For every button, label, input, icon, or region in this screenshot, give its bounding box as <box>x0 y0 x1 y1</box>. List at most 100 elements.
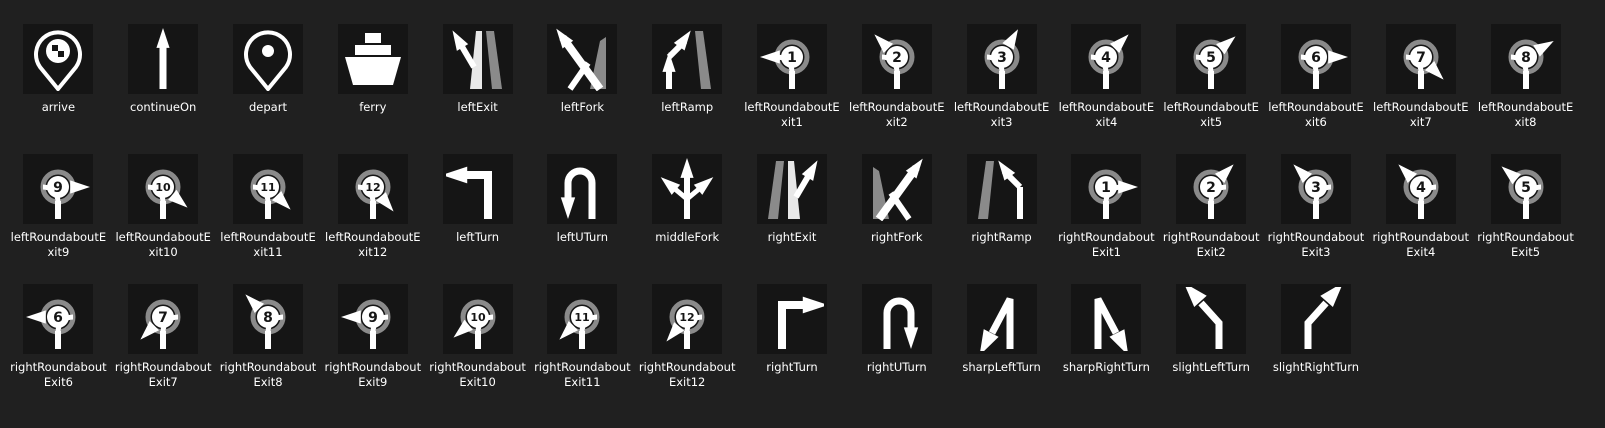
icon-label: rightRoundaboutExit8 <box>219 360 317 389</box>
icon-tile[interactable]: ferry <box>320 20 425 150</box>
ferry-icon <box>344 33 401 85</box>
left-fork-icon <box>556 28 607 91</box>
icon-tile[interactable]: leftFork <box>530 20 635 150</box>
icon-label: rightRoundaboutExit5 <box>1477 230 1574 259</box>
right-roundabout-exit6-icon: 6 <box>23 284 94 354</box>
icon-tile[interactable]: 6 rightRoundaboutExit6 <box>6 280 111 410</box>
right-u-turn-icon <box>861 284 932 354</box>
right-roundabout-exit1-icon: 1 <box>1071 154 1142 224</box>
icon-tile[interactable]: 11 leftRoundaboutExit11 <box>216 150 321 280</box>
icon-tile[interactable]: 4 leftRoundaboutExit4 <box>1054 20 1159 150</box>
svg-text:9: 9 <box>368 310 378 326</box>
icon-tile[interactable]: leftExit <box>425 20 530 150</box>
icon-tile[interactable]: 8 leftRoundaboutExit8 <box>1473 20 1578 150</box>
left-ramp-icon <box>652 24 723 94</box>
slight-right-turn-icon <box>1304 287 1342 349</box>
left-roundabout-exit2-icon: 2 <box>874 34 915 89</box>
depart-icon <box>244 30 292 91</box>
svg-text:7: 7 <box>1416 50 1426 66</box>
icon-label: leftRoundaboutExit7 <box>1373 100 1469 129</box>
icon-label: rightRoundaboutExit7 <box>114 360 212 389</box>
icon-tile[interactable]: leftRamp <box>635 20 740 150</box>
continue-on-icon <box>128 24 199 94</box>
left-roundabout-exit12-icon: 12 <box>355 169 394 219</box>
icon-label: leftRoundaboutExit3 <box>953 100 1050 129</box>
icon-tile[interactable]: arrive <box>6 20 111 150</box>
icon-tile[interactable]: rightRamp <box>949 150 1054 280</box>
icon-tile[interactable]: 10 leftRoundaboutExit10 <box>111 150 216 280</box>
icon-tile[interactable]: middleFork <box>635 150 740 280</box>
icon-tile[interactable]: rightUTurn <box>844 280 949 410</box>
icon-tile[interactable]: rightExit <box>740 150 845 280</box>
icon-tile[interactable]: 7 rightRoundaboutExit7 <box>111 280 216 410</box>
icon-tile[interactable]: 12 rightRoundaboutExit12 <box>635 280 740 410</box>
svg-text:12: 12 <box>680 311 695 324</box>
icon-label: leftRoundaboutExit10 <box>115 230 211 259</box>
icon-tile[interactable]: depart <box>216 20 321 150</box>
icon-label: rightRoundaboutExit6 <box>10 360 107 389</box>
svg-text:2: 2 <box>892 50 902 66</box>
svg-text:5: 5 <box>1206 50 1216 66</box>
left-exit-icon <box>452 30 502 89</box>
right-roundabout-exit10-icon: 10 <box>442 284 513 354</box>
right-roundabout-exit1-icon: 1 <box>1088 169 1139 219</box>
icon-tile[interactable]: 10 rightRoundaboutExit10 <box>425 280 530 410</box>
right-roundabout-exit7-icon: 7 <box>140 299 181 349</box>
left-roundabout-exit5-icon: 5 <box>1176 24 1247 94</box>
icon-tile[interactable]: 5 leftRoundaboutExit5 <box>1159 20 1264 150</box>
middle-fork-icon <box>660 158 714 219</box>
icon-tile[interactable]: rightTurn <box>740 280 845 410</box>
icon-tile[interactable]: 1 rightRoundaboutExit1 <box>1054 150 1159 280</box>
svg-text:12: 12 <box>365 181 380 194</box>
right-roundabout-exit4-icon: 4 <box>1398 164 1439 219</box>
icon-label: rightRoundaboutExit10 <box>429 360 526 389</box>
icon-tile[interactable]: 12 leftRoundaboutExit12 <box>320 150 425 280</box>
middle-fork-icon <box>652 154 723 224</box>
icon-label: leftRoundaboutExit9 <box>10 230 107 259</box>
right-roundabout-exit9-icon: 9 <box>340 299 391 349</box>
left-roundabout-exit1-icon: 1 <box>759 39 810 89</box>
icon-tile[interactable]: 6 leftRoundaboutExit6 <box>1264 20 1369 150</box>
icon-tile[interactable]: continueOn <box>111 20 216 150</box>
icon-label: slightLeftTurn <box>1172 360 1250 374</box>
icon-tile[interactable]: slightLeftTurn <box>1159 280 1264 410</box>
icon-label: leftRoundaboutExit8 <box>1477 100 1574 129</box>
icon-tile[interactable]: 8 rightRoundaboutExit8 <box>216 280 321 410</box>
icon-tile[interactable]: sharpRightTurn <box>1054 280 1159 410</box>
right-roundabout-exit9-icon: 9 <box>337 284 408 354</box>
icon-tile[interactable]: 11 rightRoundaboutExit11 <box>530 280 635 410</box>
icon-tile[interactable]: leftTurn <box>425 150 530 280</box>
icon-tile[interactable]: slightRightTurn <box>1264 280 1369 410</box>
icon-label: depart <box>249 100 287 114</box>
right-exit-icon <box>756 154 827 224</box>
icon-tile[interactable]: 1 leftRoundaboutExit1 <box>740 20 845 150</box>
icon-tile[interactable]: 9 leftRoundaboutExit9 <box>6 150 111 280</box>
icon-tile[interactable]: 9 rightRoundaboutExit9 <box>320 280 425 410</box>
icon-tile[interactable]: 7 leftRoundaboutExit7 <box>1368 20 1473 150</box>
sharp-left-turn-icon <box>966 284 1037 354</box>
right-roundabout-exit6-icon: 6 <box>26 299 76 349</box>
icon-label: rightRoundaboutExit3 <box>1267 230 1365 259</box>
icon-label: rightRoundaboutExit11 <box>534 360 631 389</box>
left-roundabout-exit3-icon: 3 <box>984 29 1020 89</box>
icon-tile[interactable]: rightFork <box>844 150 949 280</box>
svg-text:10: 10 <box>156 181 172 194</box>
icon-tile[interactable]: 5 rightRoundaboutExit5 <box>1473 150 1578 280</box>
icon-tile[interactable]: 2 leftRoundaboutExit2 <box>844 20 949 150</box>
right-fork-icon <box>861 154 932 224</box>
left-u-turn-icon <box>561 167 596 219</box>
icon-tile[interactable]: 4 rightRoundaboutExit4 <box>1368 150 1473 280</box>
icon-tile[interactable]: sharpLeftTurn <box>949 280 1054 410</box>
icon-label: sharpLeftTurn <box>962 360 1041 374</box>
svg-text:3: 3 <box>997 50 1007 66</box>
icon-tile[interactable]: 3 leftRoundaboutExit3 <box>949 20 1054 150</box>
right-roundabout-exit11-icon: 11 <box>547 284 618 354</box>
svg-text:2: 2 <box>1206 180 1216 196</box>
left-exit-icon <box>442 24 513 94</box>
icon-tile[interactable]: 2 rightRoundaboutExit2 <box>1159 150 1264 280</box>
svg-text:1: 1 <box>787 50 797 66</box>
icon-tile[interactable]: 3 rightRoundaboutExit3 <box>1264 150 1369 280</box>
depart-icon <box>232 24 303 94</box>
slight-left-turn-icon <box>1176 284 1247 354</box>
icon-tile[interactable]: leftUTurn <box>530 150 635 280</box>
